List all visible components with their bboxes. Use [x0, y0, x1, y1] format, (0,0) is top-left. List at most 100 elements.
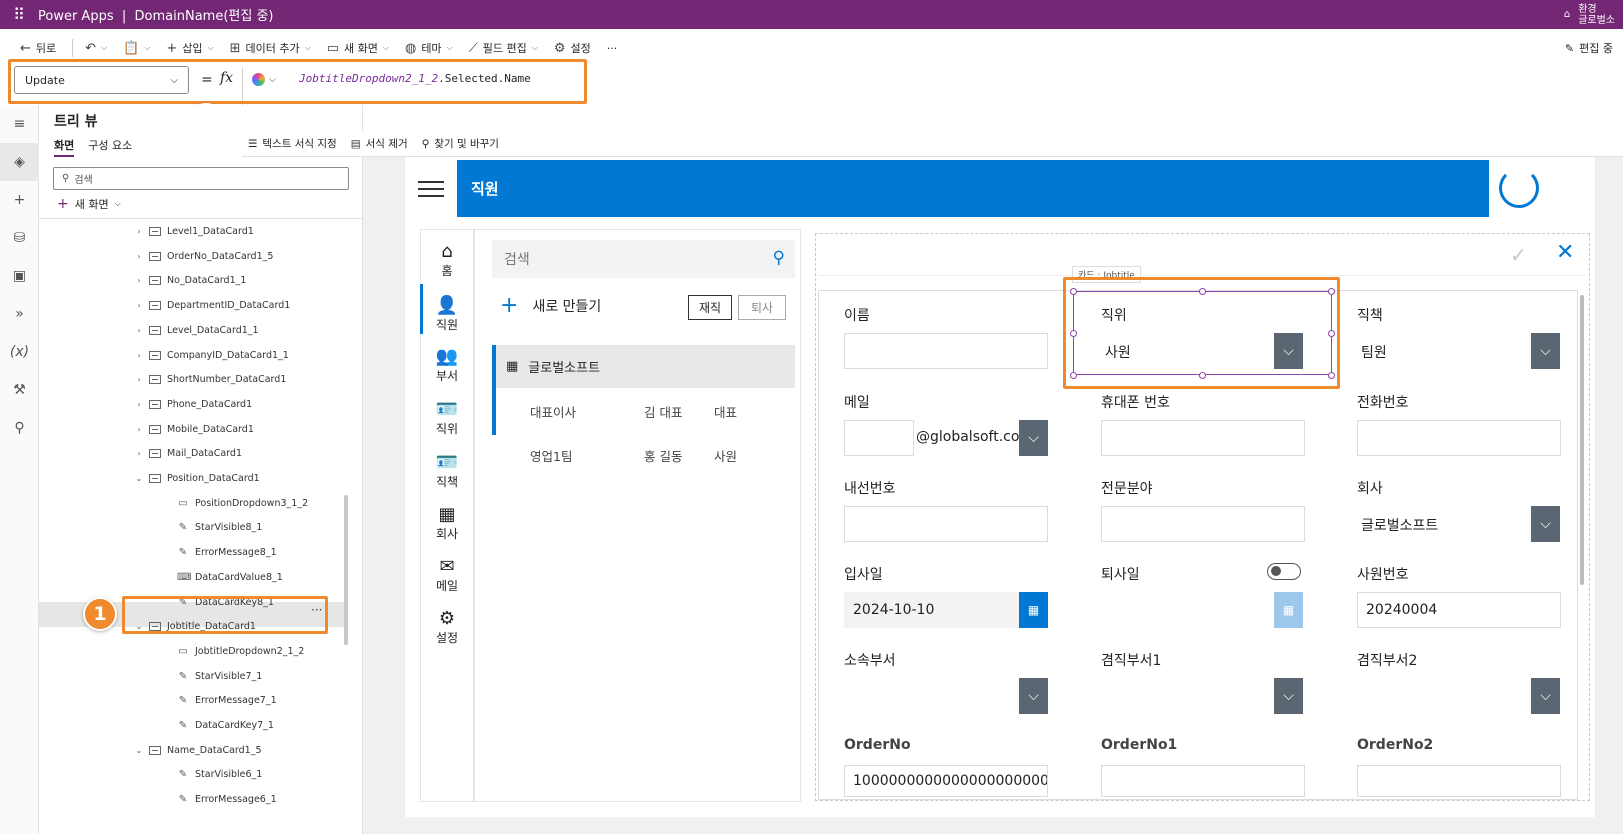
expand-chevron-icon[interactable]: ⌄ [133, 746, 145, 755]
tree-node[interactable]: › Level1_DataCard1 [133, 219, 253, 244]
hire-date-input[interactable]: 2024-10-10 [844, 592, 1019, 628]
tree-node[interactable]: ✎ ErrorMessage6_1 [161, 787, 277, 812]
waffle-icon[interactable]: ⠿ [0, 5, 38, 24]
expand-chevron-icon[interactable]: › [133, 252, 145, 261]
tree-node[interactable]: › Phone_DataCard1 [133, 392, 252, 417]
tree-node[interactable]: ⌨ DataCardValue8_1 [161, 565, 283, 590]
hamburger-icon[interactable]: ≡ [0, 105, 39, 143]
hamburger-icon[interactable] [405, 160, 457, 217]
orderno1-input[interactable] [1101, 765, 1305, 797]
expand-chevron-icon[interactable]: › [133, 326, 145, 335]
formula-text[interactable]: JobtitleDropdown2_1_2.Selected.Name [299, 72, 531, 85]
resize-handle[interactable] [1328, 372, 1335, 379]
tab-screens[interactable]: 화면 [54, 137, 75, 157]
tree-node[interactable]: ✎ DataCardKey7_1 [161, 713, 274, 738]
leave-toggle[interactable] [1267, 563, 1301, 580]
filter-inactive-button[interactable]: 퇴사 [738, 295, 786, 320]
jobtitle-dropdown-button[interactable]: ⌵ [1531, 333, 1560, 369]
list-item-dept[interactable]: 영업1팀 [530, 446, 572, 465]
insert-icon[interactable]: + [0, 181, 39, 219]
name-input[interactable] [844, 333, 1048, 369]
create-new-button[interactable]: + 새로 만들기 [500, 295, 601, 317]
resize-handle[interactable] [1199, 288, 1206, 295]
back-button[interactable]: ← 뒤로 [20, 40, 56, 56]
expertise-input[interactable] [1101, 506, 1305, 542]
tree-node[interactable]: › Mail_DataCard1 [133, 441, 242, 466]
resize-handle[interactable] [1199, 372, 1206, 379]
department-dropdown-button[interactable]: ⌵ [1019, 678, 1048, 714]
phone-input[interactable] [1357, 420, 1561, 456]
mobile-input[interactable] [1101, 420, 1305, 456]
format-text-button[interactable]: ☰ 텍스트 서식 지정 [248, 136, 337, 151]
tree-node[interactable]: ✎ ErrorMessage7_1 [161, 688, 277, 713]
find-replace-button[interactable]: ⚲ 찾기 및 바꾸기 [422, 136, 499, 151]
tree-node[interactable]: › CompanyID_DataCard1_1 [133, 343, 288, 368]
mail-input[interactable] [844, 420, 914, 456]
resize-handle[interactable] [1070, 330, 1077, 337]
expand-chevron-icon[interactable]: › [133, 449, 145, 458]
list-search-input[interactable]: 검색 ⚲ [492, 240, 795, 278]
data-icon[interactable]: ⛁ [0, 219, 39, 257]
check-icon[interactable]: ✓ [1510, 243, 1527, 267]
tree-node[interactable]: › No_DataCard1_1 [133, 268, 246, 293]
tree-node[interactable]: › Mobile_DataCard1 [133, 417, 253, 442]
orderno-input[interactable]: 1000000000000000000000000 [844, 765, 1048, 797]
tree-node[interactable]: › ShortNumber_DataCard1 [133, 367, 286, 392]
company-group-header[interactable]: ▦ 글로벌소프트 [492, 345, 795, 388]
refresh-icon[interactable] [1499, 168, 1539, 208]
paste-button[interactable]: 📋 ⌵ [123, 41, 150, 56]
tree-node[interactable]: ✎ StarVisible8_1 [161, 515, 263, 540]
flow-icon[interactable]: » [0, 295, 39, 333]
undo-button[interactable]: ↶ ⌵ [85, 41, 107, 56]
more-button[interactable]: ··· [607, 42, 618, 55]
expand-chevron-icon[interactable]: › [133, 301, 145, 310]
theme-button[interactable]: ◍ 테마 ⌵ [405, 40, 453, 56]
calendar-icon[interactable]: ▦ [1019, 592, 1048, 628]
resize-handle[interactable] [1328, 288, 1335, 295]
new-screen-button[interactable]: + 새 화면 ⌵ [57, 196, 121, 212]
tree-node[interactable]: › DepartmentID_DataCard1 [133, 293, 290, 318]
app-nav-item[interactable]: 👥 부서 [420, 347, 474, 384]
resize-handle[interactable] [1070, 288, 1077, 295]
copilot-button[interactable]: ⌵ [252, 73, 276, 86]
list-item-title[interactable]: 대표 [714, 402, 737, 421]
expand-chevron-icon[interactable]: ⌄ [133, 474, 145, 483]
variables-icon[interactable]: (x) [0, 333, 39, 371]
remove-format-button[interactable]: ▤ 서식 제거 [351, 136, 408, 151]
environment-picker[interactable]: ⌂ 환경 글로벌소 [1564, 0, 1615, 29]
insert-button[interactable]: + 삽입 ⌵ [166, 40, 213, 56]
extension-input[interactable] [844, 506, 1048, 542]
resize-handle[interactable] [1328, 330, 1335, 337]
tree-node[interactable]: ▭ JobtitleDropdown2_1_2 [161, 639, 304, 664]
close-icon[interactable]: ✕ [1556, 240, 1574, 265]
company-dropdown-value[interactable]: 글로벌소프트 [1361, 515, 1438, 535]
tree-node[interactable]: ✎ ErrorMessage8_1 [161, 540, 277, 565]
tree-node[interactable]: ✎ StarVisible6_1 [161, 762, 263, 787]
tree-node[interactable]: ⌄ Name_DataCard1_5 [133, 738, 262, 763]
orderno2-input[interactable] [1357, 765, 1561, 797]
app-nav-item[interactable]: 🪪 직책 [420, 453, 474, 490]
app-nav-item[interactable]: 👤 직원 [420, 296, 474, 333]
concurrent-dept1-dropdown-button[interactable]: ⌵ [1274, 678, 1303, 714]
tree-node[interactable]: ⌄ Position_DataCard1 [133, 466, 260, 491]
tools-icon[interactable]: ⚒ [0, 371, 39, 409]
property-dropdown[interactable]: Update ⌵ [14, 66, 189, 94]
resize-handle[interactable] [1070, 372, 1077, 379]
tree-search-input[interactable]: ⚲ 검색 [53, 167, 349, 190]
app-nav-item[interactable]: ▦ 회사 [420, 505, 474, 542]
tree-node[interactable]: ⌄ Jobtitle_DataCard1 [133, 614, 256, 639]
expand-chevron-icon[interactable]: › [133, 425, 145, 434]
app-nav-item[interactable]: 🪪 직위 [420, 400, 474, 437]
jobtitle-dropdown-value[interactable]: 팀원 [1361, 342, 1387, 362]
mail-domain-dropdown-button[interactable]: ⌵ [1019, 420, 1048, 456]
expand-chevron-icon[interactable]: ⌄ [133, 622, 145, 631]
app-nav-item[interactable]: ⚙ 설정 [420, 609, 474, 646]
new-screen-button[interactable]: ▭ 새 화면 ⌵ [327, 40, 389, 56]
employee-number-input[interactable]: 20240004 [1357, 592, 1561, 628]
tree-node[interactable]: › Level_DataCard1_1 [133, 318, 258, 343]
settings-button[interactable]: ⚙ 설정 [554, 40, 591, 56]
company-dropdown-button[interactable]: ⌵ [1531, 506, 1560, 542]
layers-icon[interactable]: ◈ [0, 143, 39, 181]
expand-chevron-icon[interactable]: › [133, 400, 145, 409]
filter-active-button[interactable]: 재직 [688, 295, 732, 320]
